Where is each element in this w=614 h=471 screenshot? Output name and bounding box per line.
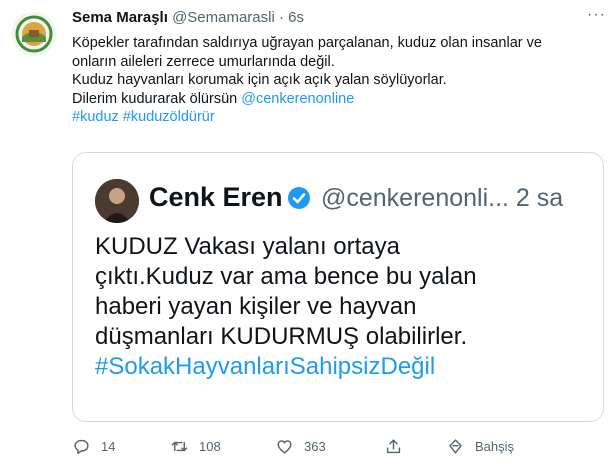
hashtag-link-kuduz[interactable]: #kuduz	[72, 109, 119, 125]
share-icon	[386, 438, 401, 453]
quoted-text: KUDUZ Vakası yalanı ortaya çıktı.Kuduz v…	[95, 232, 595, 382]
author-handle[interactable]: @Semamarasli	[172, 9, 275, 26]
tip-jar-icon	[449, 438, 462, 454]
quoted-line-2: çıktı.Kuduz var ama bence bu yalan	[95, 263, 477, 290]
tweet-line-1: Köpekler tarafından saldırıya uğrayan pa…	[72, 35, 542, 51]
reply-icon	[74, 439, 89, 454]
tweet-line-4-text: Dilerim kudurarak ölürsün	[72, 90, 242, 107]
header-separator: ·	[279, 9, 284, 26]
quoted-handle-time: @cenkerenonli... 2 sa	[321, 184, 564, 212]
tweet-line-3: Kuduz hayvanları korumak için açık açık …	[72, 72, 447, 88]
tweet-text: Köpekler tarafından saldırıya uğrayan pa…	[72, 34, 602, 127]
quoted-line-4: düşmanları KUDURMUŞ olabilirler.	[95, 323, 468, 350]
quoted-line-3: haberi yayan kişiler ve hayvan	[95, 293, 417, 320]
author-avatar[interactable]	[12, 12, 56, 56]
tip-label: Bahşiş	[475, 438, 515, 454]
tip-button[interactable]: Bahşiş	[446, 434, 514, 458]
reply-count: 14	[101, 438, 116, 454]
person-avatar-icon	[95, 179, 139, 223]
tweet-line-2: onların aileleri zerrece umurlarında değ…	[72, 53, 335, 70]
verified-badge-icon	[288, 187, 310, 209]
retweet-button[interactable]: 108	[170, 434, 221, 458]
tweet-time[interactable]: 6s	[288, 9, 304, 26]
tweet-header: Sema Maraşlı @Semamarasli · 6s	[72, 9, 304, 26]
quoted-line-1: KUDUZ Vakası yalanı ortaya	[95, 233, 401, 260]
like-count: 363	[304, 438, 326, 454]
tweet-actions: 14 108 363 Bahşiş	[72, 434, 602, 458]
quoted-author-name: Cenk Eren	[149, 182, 283, 212]
tweet: Sema Maraşlı @Semamarasli · 6s ··· Köpek…	[0, 0, 614, 471]
retweet-icon	[171, 441, 188, 451]
hashtag-link-kuduzoldurur[interactable]: #kuduzöldürür	[123, 109, 215, 125]
quoted-hashtag: #SokakHayvanlarıSahipsizDeğil	[95, 353, 436, 380]
avatar-emblem-icon	[13, 13, 55, 55]
quoted-tweet-image[interactable]: Cenk Eren @cenkerenonli... 2 sa KUDUZ Va…	[72, 152, 604, 422]
mention-link[interactable]: @cenkerenonline	[241, 91, 354, 107]
share-button[interactable]	[384, 434, 413, 458]
heart-icon	[277, 439, 292, 454]
quoted-author-avatar	[95, 179, 139, 223]
author-name[interactable]: Sema Maraşlı	[72, 9, 168, 26]
reply-button[interactable]: 14	[72, 434, 115, 458]
more-icon[interactable]: ···	[587, 6, 606, 24]
hashtag-line: #kuduz #kuduzöldürür	[72, 108, 602, 127]
retweet-count: 108	[199, 438, 221, 454]
quoted-tweet-screenshot: Cenk Eren @cenkerenonli... 2 sa KUDUZ Va…	[73, 153, 603, 421]
tweet-line-4: Dilerim kudurarak ölürsün @cenkerenonlin…	[72, 90, 602, 109]
like-button[interactable]: 363	[275, 434, 326, 458]
